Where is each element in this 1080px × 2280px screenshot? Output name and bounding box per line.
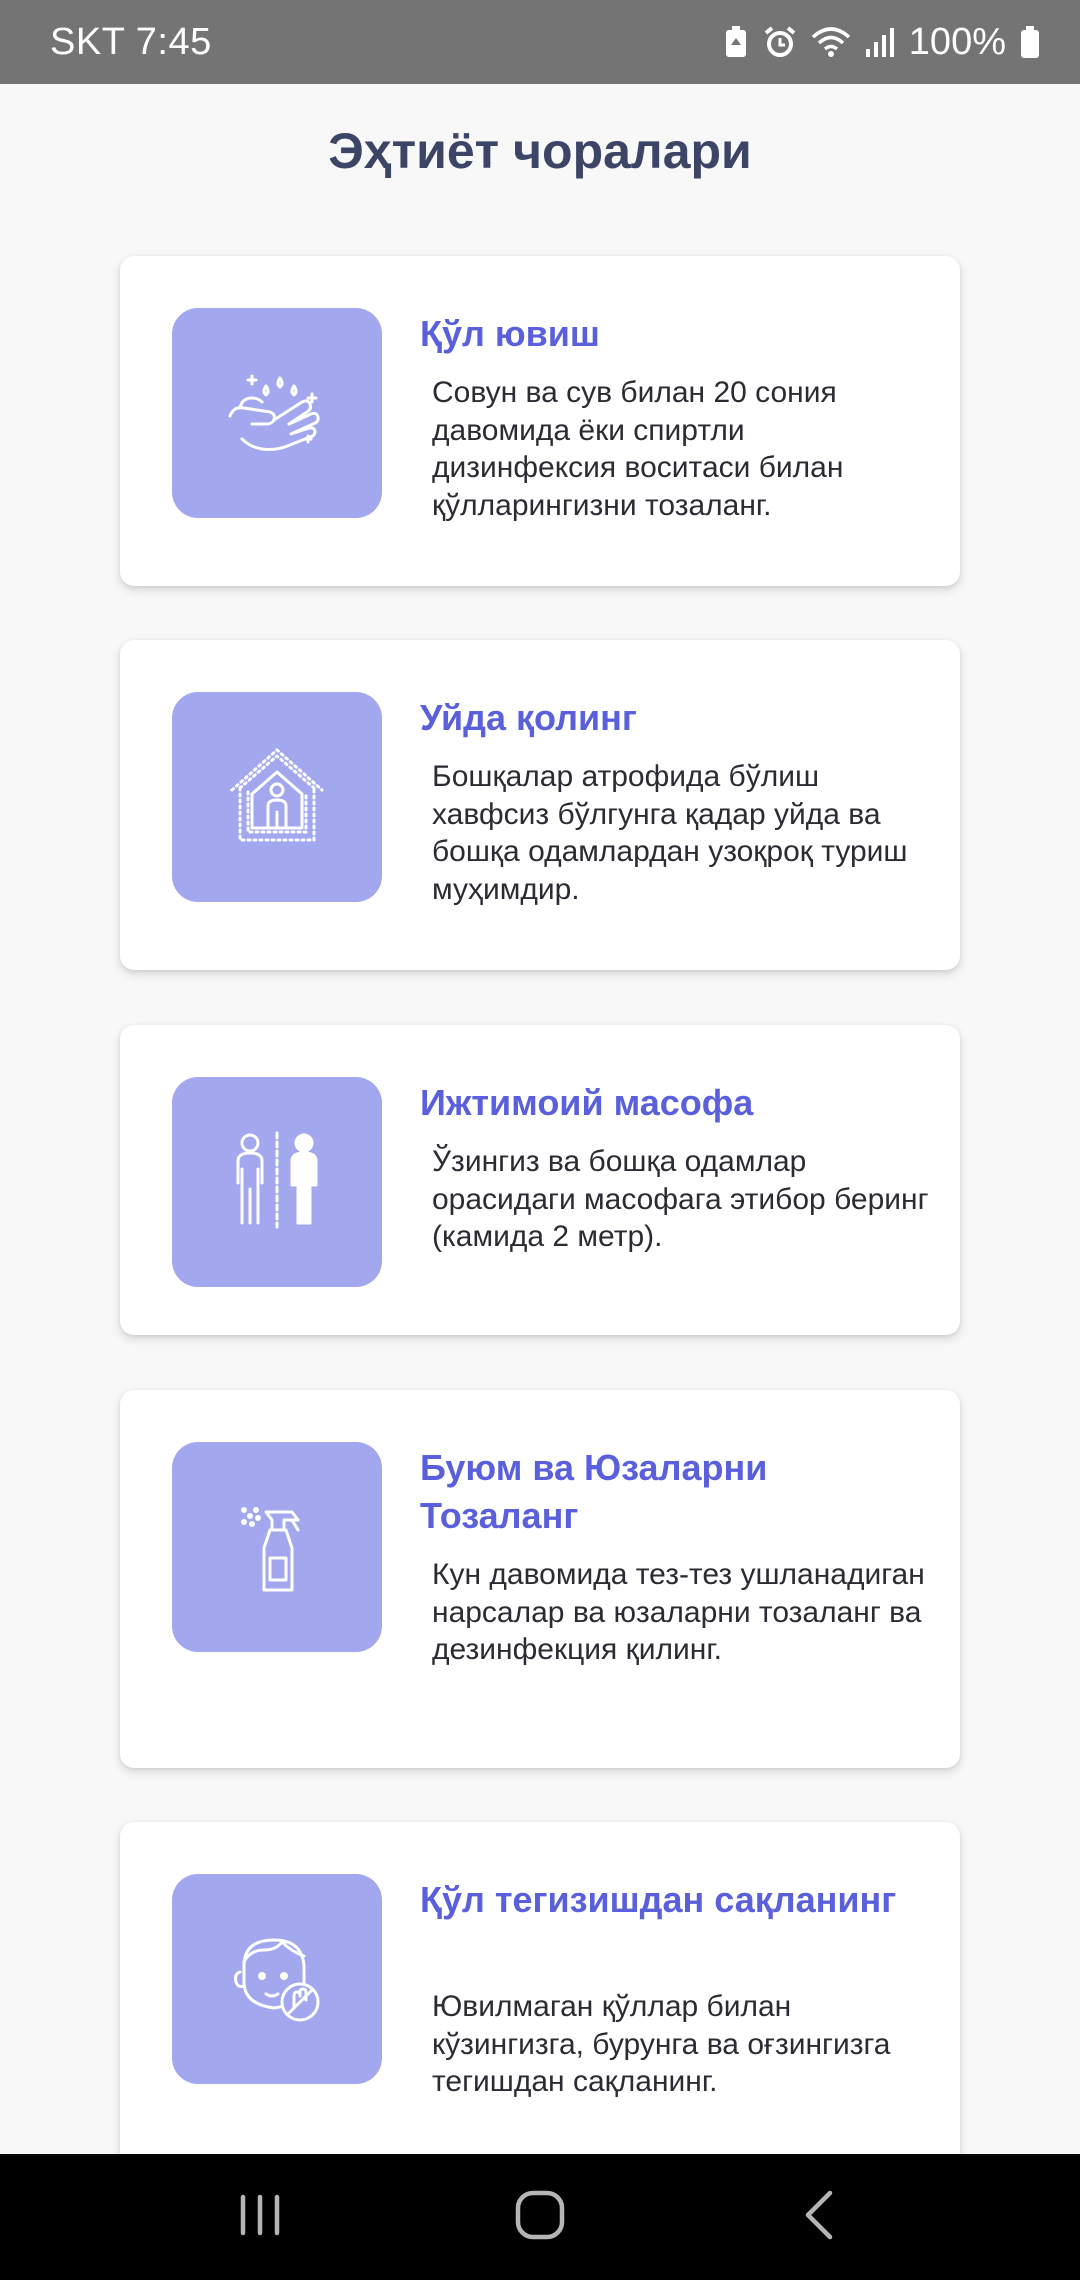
card-text: Кун давомида тез-тез ушланадиган нарсала… <box>432 1558 925 1666</box>
card-text: Ювилмаган қўллар билан кўзингизга, бурун… <box>432 1990 891 2098</box>
icon-tile <box>172 1874 382 2084</box>
back-icon <box>800 2189 840 2246</box>
card-title: Қўл ювиш <box>420 313 600 354</box>
no-face-touch-icon <box>222 1922 332 2037</box>
card-title: Қўл тегизишдан сақланинг <box>420 1879 897 1920</box>
card-title: Ижтимоий масофа <box>420 1082 754 1123</box>
card-text: Совун ва сув билан 20 сония давомида ёки… <box>432 376 844 522</box>
card-stay-home[interactable]: Уйда қолинг Бошқалар атрофида бўлиш хавф… <box>120 640 960 970</box>
card-title: Уйда қолинг <box>420 697 637 738</box>
wifi-icon <box>811 25 851 59</box>
signal-icon <box>865 25 895 59</box>
navigation-bar <box>0 2154 1080 2280</box>
card-cleaning[interactable]: Буюм ва Юзаларни Тозаланг Кун давомида т… <box>120 1390 960 1768</box>
icon-tile <box>172 692 382 902</box>
recent-apps-button[interactable] <box>210 2177 310 2257</box>
battery-icon <box>1020 25 1040 59</box>
card-title: Буюм ва Юзаларни Тозаланг <box>420 1447 768 1536</box>
recent-apps-icon <box>235 2193 285 2242</box>
battery-saver-icon <box>723 25 749 59</box>
home-button[interactable] <box>490 2177 590 2257</box>
alarm-icon <box>763 25 797 59</box>
carrier-time: SKT 7:45 <box>50 20 212 63</box>
icon-tile <box>172 1077 382 1287</box>
page-title: Эҳтиёт чоралари <box>328 123 752 179</box>
card-social-distance[interactable]: Ижтимоий масофа Ўзингиз ва бошқа одамлар… <box>120 1025 960 1335</box>
icon-tile <box>172 1442 382 1652</box>
status-icons: 100% <box>723 21 1040 64</box>
back-button[interactable] <box>770 2177 870 2257</box>
hand-washing-icon <box>222 356 332 471</box>
battery-percent: 100% <box>908 20 1006 63</box>
card-text: Ўзингиз ва бошқа одамлар орасидаги масоф… <box>432 1145 929 1253</box>
card-avoid-touching[interactable]: Қўл тегизишдан сақланинг Ювилмаган қўлла… <box>120 1822 960 2200</box>
home-icon <box>514 2189 566 2246</box>
status-bar: SKT 7:45 100% <box>0 0 1080 84</box>
stay-home-icon <box>222 740 332 855</box>
card-text: Бошқалар атрофида бўлиш хавфсиз бўлгунга… <box>432 760 908 906</box>
social-distance-icon <box>222 1125 332 1240</box>
spray-bottle-icon <box>222 1490 332 1605</box>
icon-tile <box>172 308 382 518</box>
card-hand-washing[interactable]: Қўл ювиш Совун ва сув билан 20 сония дав… <box>120 256 960 586</box>
